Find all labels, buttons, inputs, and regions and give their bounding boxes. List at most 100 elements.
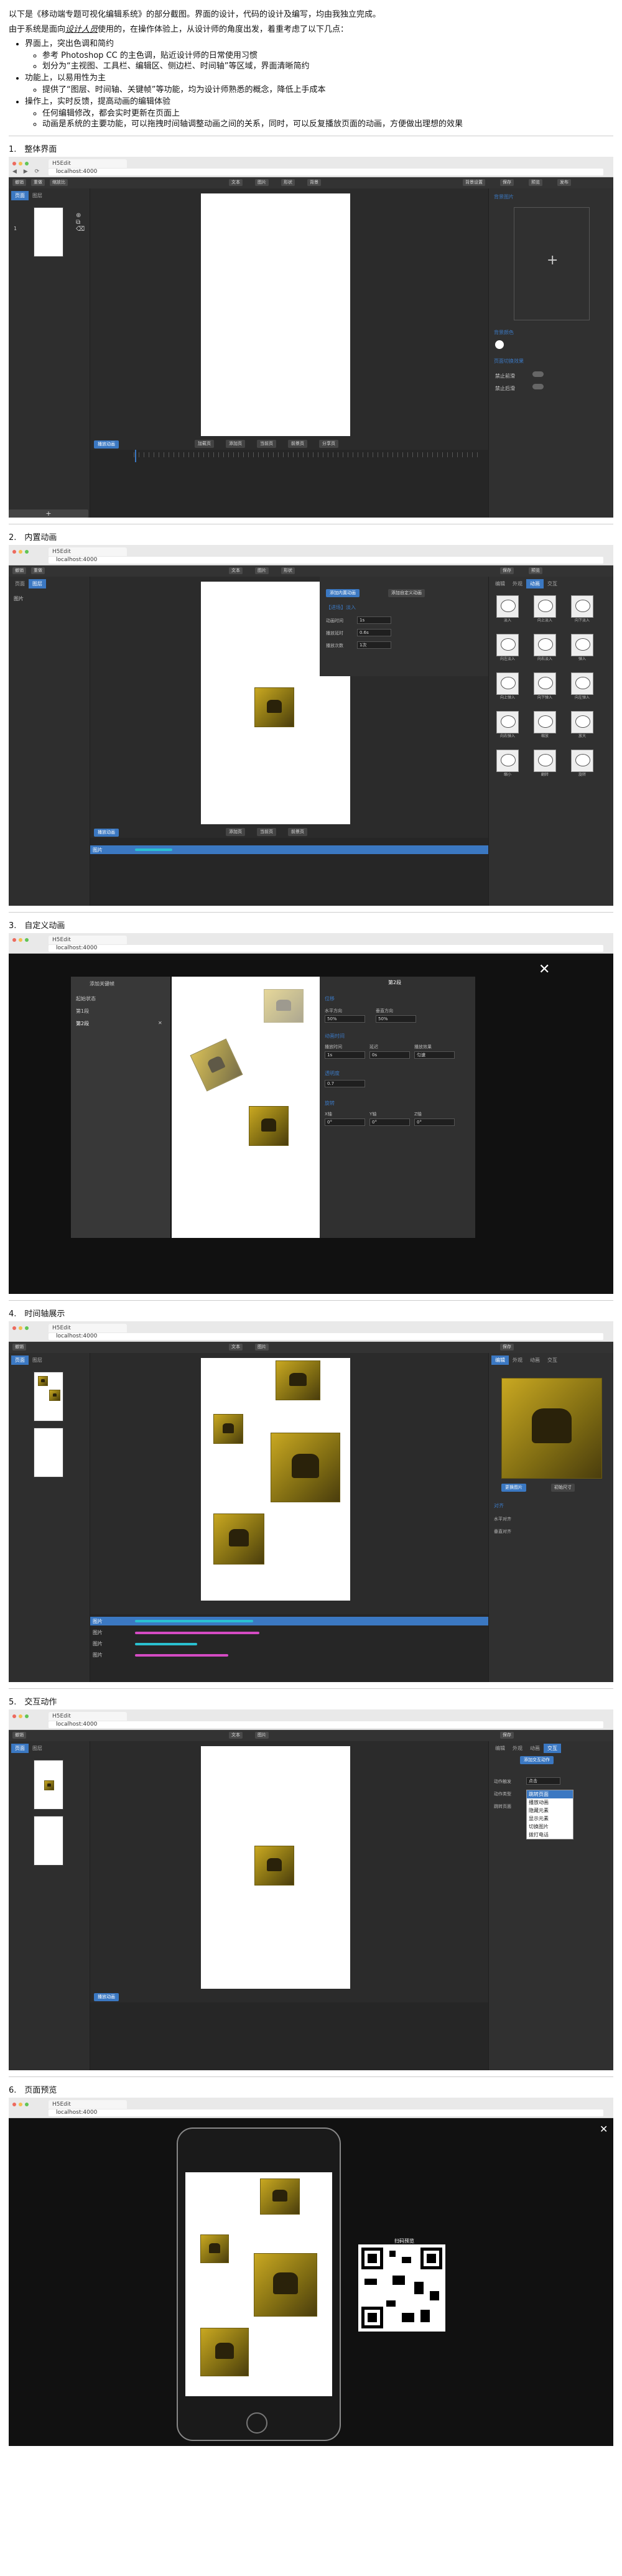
animation-bar[interactable] [135, 849, 172, 851]
text-button[interactable]: 文本 [229, 1344, 243, 1351]
tab-edit[interactable]: 编辑 [491, 579, 509, 588]
tab-layers[interactable]: 图层 [29, 191, 46, 200]
shape-button[interactable]: 形状 [281, 567, 295, 574]
home-button-icon[interactable] [246, 2412, 267, 2434]
keyframe-item[interactable]: 第1段 [76, 1008, 89, 1015]
animation-bar[interactable] [135, 1632, 259, 1634]
repeat-select[interactable]: 1次 [357, 641, 391, 649]
original-size-button[interactable]: 初始尺寸 [551, 1484, 575, 1492]
url-bar[interactable]: localhost:4000 [49, 1333, 603, 1340]
dropdown-option[interactable]: 播放动画 [527, 1798, 573, 1806]
tab-animation[interactable]: 动画 [526, 1355, 544, 1365]
dropdown-option[interactable]: 跳转页面 [527, 1790, 573, 1798]
save-button[interactable]: 保存 [500, 1344, 514, 1351]
background-button[interactable]: 背景 [307, 179, 321, 186]
tab-layers[interactable]: 图层 [29, 1355, 46, 1365]
animation-preset[interactable]: 向下弹入 [534, 672, 556, 700]
redo-button[interactable]: 重做 [31, 567, 45, 574]
play-animation-button[interactable]: 播放动画 [94, 1993, 119, 2001]
current-page-button[interactable]: 当前页 [257, 440, 276, 448]
text-button[interactable]: 文本 [229, 179, 243, 186]
animation-preset[interactable]: 旋转 [571, 750, 593, 777]
animation-item[interactable]: 【进场】淡入 [326, 604, 356, 611]
browser-tab[interactable]: H5Edit [49, 1712, 127, 1721]
text-button[interactable]: 文本 [229, 1732, 243, 1739]
url-bar[interactable]: localhost:4000 [49, 2109, 603, 2116]
page-canvas[interactable] [201, 1358, 350, 1601]
url-bar[interactable]: localhost:4000 [49, 945, 603, 952]
tab-appearance[interactable]: 外观 [509, 1744, 526, 1753]
page-canvas[interactable] [201, 1746, 350, 1989]
url-bar[interactable]: localhost:4000 [49, 169, 603, 175]
layer-item[interactable]: 图片 [14, 595, 24, 602]
page-thumbnail[interactable] [34, 1816, 63, 1866]
image-button[interactable]: 图片 [255, 567, 269, 574]
add-page-button[interactable]: + [9, 509, 88, 518]
dropdown-option[interactable]: 隐藏元素 [527, 1806, 573, 1815]
animation-preset[interactable]: 缩小 [496, 750, 519, 777]
animation-preset[interactable]: 翻转 [534, 750, 556, 777]
tab-animation[interactable]: 动画 [526, 1744, 544, 1753]
color-picker[interactable] [495, 340, 504, 349]
tab-pages[interactable]: 页面 [11, 1744, 29, 1753]
page-thumbnail[interactable] [34, 1428, 63, 1477]
load-page-button[interactable]: 加载页 [195, 440, 214, 448]
animation-preset[interactable]: 向左淡入 [496, 634, 519, 661]
x-input[interactable]: 50% [325, 1015, 365, 1023]
close-icon[interactable]: ✕ [539, 963, 550, 977]
redo-button[interactable]: 重做 [31, 179, 45, 186]
animation-bar[interactable] [135, 1643, 197, 1645]
animation-preset[interactable]: 缩放 [534, 711, 556, 738]
save-button[interactable]: 保存 [500, 567, 514, 574]
preview-button[interactable]: 预览 [529, 179, 542, 186]
dropdown-option[interactable]: 显示元素 [527, 1815, 573, 1823]
animation-preset[interactable]: 向上弹入 [496, 672, 519, 700]
tab-interaction[interactable]: 交互 [544, 579, 561, 588]
browser-tab[interactable]: H5Edit [49, 159, 127, 168]
undo-button[interactable]: 撤销 [12, 567, 26, 574]
foreground-page-button[interactable]: 前景页 [288, 828, 307, 836]
rotate-y-input[interactable]: 0° [369, 1118, 410, 1126]
image-button[interactable]: 图片 [255, 1732, 269, 1739]
tab-animation[interactable]: 动画 [526, 579, 544, 588]
image-element[interactable] [190, 1038, 243, 1092]
add-page-button[interactable]: 添加页 [226, 828, 245, 836]
browser-tab[interactable]: H5Edit [49, 1324, 127, 1332]
nav-arrows-icon[interactable]: ◀ ▶ ⟳ [12, 169, 42, 175]
add-interaction-button[interactable]: 添加交互动作 [520, 1756, 554, 1764]
image-button[interactable]: 图片 [255, 1344, 269, 1351]
browser-tab[interactable]: H5Edit [49, 547, 127, 556]
publish-button[interactable]: 发布 [557, 179, 571, 186]
preview-button[interactable]: 预览 [529, 567, 542, 574]
page-thumbnail[interactable] [34, 207, 63, 257]
tab-edit[interactable]: 编辑 [491, 1355, 509, 1365]
rotate-x-input[interactable]: 0° [325, 1118, 365, 1126]
tab-interaction[interactable]: 交互 [544, 1355, 561, 1365]
rotate-z-input[interactable]: 0° [414, 1118, 455, 1126]
page-canvas[interactable] [201, 193, 350, 436]
animation-preset[interactable]: 向左弹入 [571, 672, 593, 700]
change-image-button[interactable]: 更换图片 [501, 1484, 526, 1492]
bg-image-upload[interactable]: + [514, 207, 590, 320]
page-thumbnail[interactable] [34, 1372, 63, 1421]
zoom-button[interactable]: 缩放比 [50, 179, 68, 186]
duration-input[interactable]: 1s [325, 1051, 365, 1059]
tab-appearance[interactable]: 外观 [509, 1355, 526, 1365]
text-button[interactable]: 文本 [229, 567, 243, 574]
tab-pages[interactable]: 页面 [11, 191, 29, 200]
add-custom-animation-button[interactable]: 添加自定义动画 [388, 589, 425, 597]
url-bar[interactable]: localhost:4000 [49, 1721, 603, 1728]
close-icon[interactable]: ✕ [158, 1020, 162, 1026]
image-button[interactable]: 图片 [255, 179, 269, 186]
undo-button[interactable]: 撤销 [12, 1732, 26, 1739]
page-thumbnail[interactable] [34, 1760, 63, 1810]
duration-input[interactable]: 1s [357, 616, 391, 624]
save-button[interactable]: 保存 [500, 179, 514, 186]
toggle-switch[interactable] [532, 384, 544, 389]
bg-settings-button[interactable]: 背景设置 [463, 179, 485, 186]
tab-pages[interactable]: 页面 [11, 1355, 29, 1365]
dropdown-option[interactable]: 切换图片 [527, 1823, 573, 1831]
tab-interaction[interactable]: 交互 [544, 1744, 561, 1753]
trigger-select[interactable]: 点击 [526, 1777, 560, 1785]
tab-layers[interactable]: 图层 [29, 1744, 46, 1753]
